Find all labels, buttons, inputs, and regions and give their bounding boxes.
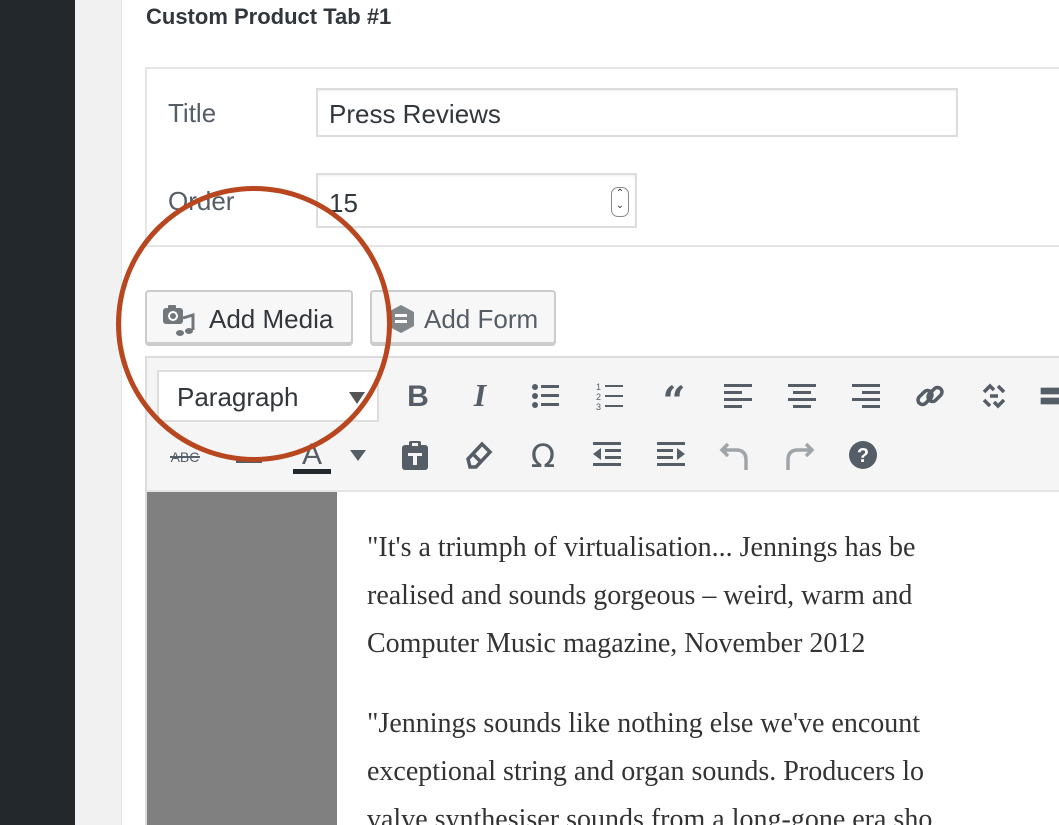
- admin-sidebar: [0, 0, 75, 825]
- add-media-button[interactable]: Add Media: [145, 290, 353, 344]
- svg-text:1: 1: [596, 382, 601, 392]
- add-media-label: Add Media: [209, 304, 334, 334]
- italic-icon[interactable]: I: [460, 376, 500, 416]
- text-color-icon[interactable]: A: [292, 435, 332, 475]
- add-form-label: Add Form: [424, 304, 539, 334]
- svg-text:I: I: [473, 381, 488, 411]
- indent-icon[interactable]: [651, 435, 691, 475]
- blockquote-icon[interactable]: “: [654, 376, 694, 416]
- format-select-value: Paragraph: [177, 382, 299, 412]
- redo-icon[interactable]: [779, 435, 819, 475]
- link-icon[interactable]: [910, 376, 950, 416]
- svg-text:3: 3: [596, 402, 601, 411]
- order-label: Order: [168, 186, 235, 216]
- svg-text:?: ?: [857, 445, 869, 467]
- review-line: Computer Music magazine, November 2012: [367, 628, 866, 659]
- section-title: Custom Product Tab #1: [146, 4, 392, 29]
- title-input-value: Press Reviews: [329, 99, 501, 129]
- review-paragraph-2: "Jennings sounds like nothing else we've…: [367, 700, 932, 825]
- form-icon: [386, 304, 416, 341]
- special-character-icon[interactable]: Ω: [523, 435, 563, 475]
- chevron-down-icon: [349, 392, 365, 404]
- strikethrough-icon[interactable]: ABC: [165, 435, 205, 475]
- image-placeholder: [147, 492, 337, 825]
- unlink-icon[interactable]: [974, 376, 1014, 416]
- camera-music-icon: [161, 304, 197, 343]
- help-icon[interactable]: ?: [843, 435, 883, 475]
- more-icon[interactable]: [1034, 376, 1059, 416]
- svg-text:B: B: [407, 381, 429, 411]
- svg-text:Ω: Ω: [531, 438, 555, 472]
- bullet-list-icon[interactable]: [526, 376, 566, 416]
- clear-formatting-icon[interactable]: [459, 435, 499, 475]
- align-left-icon[interactable]: [718, 376, 758, 416]
- numbered-list-icon[interactable]: 123: [590, 376, 630, 416]
- order-spinner-icon[interactable]: ⌃ ⌄: [611, 187, 629, 217]
- review-line: realised and sounds gorgeous – weird, wa…: [367, 580, 913, 611]
- align-right-icon[interactable]: [846, 376, 886, 416]
- review-paragraph-1: "It's a triumph of virtualisation... Jen…: [367, 524, 915, 668]
- title-input[interactable]: Press Reviews: [316, 88, 958, 137]
- review-line: exceptional string and organ sounds. Pro…: [367, 756, 925, 787]
- order-input-value: 15: [329, 188, 358, 218]
- svg-text:2: 2: [596, 392, 601, 402]
- text-color-dropdown-icon[interactable]: [340, 435, 376, 475]
- title-label: Title: [168, 98, 217, 128]
- undo-icon[interactable]: [715, 435, 755, 475]
- paste-as-text-icon[interactable]: [395, 435, 435, 475]
- svg-text:“: “: [662, 381, 685, 411]
- bold-icon[interactable]: B: [398, 376, 438, 416]
- review-line: valve synthesiser sounds from a long-gon…: [367, 804, 933, 825]
- add-form-button[interactable]: Add Form: [370, 290, 556, 344]
- review-line: "It's a triumph of virtualisation... Jen…: [367, 532, 916, 563]
- review-line: "Jennings sounds like nothing else we've…: [367, 708, 921, 739]
- order-number-input[interactable]: 15 ⌃ ⌄: [316, 173, 637, 228]
- outdent-icon[interactable]: [587, 435, 627, 475]
- horizontal-rule-icon[interactable]: [229, 435, 269, 475]
- format-select[interactable]: Paragraph: [157, 370, 379, 422]
- page-gutter: [75, 0, 121, 825]
- align-center-icon[interactable]: [782, 376, 822, 416]
- editor-content[interactable]: "It's a triumph of virtualisation... Jen…: [147, 492, 1059, 825]
- svg-text:A: A: [302, 438, 322, 471]
